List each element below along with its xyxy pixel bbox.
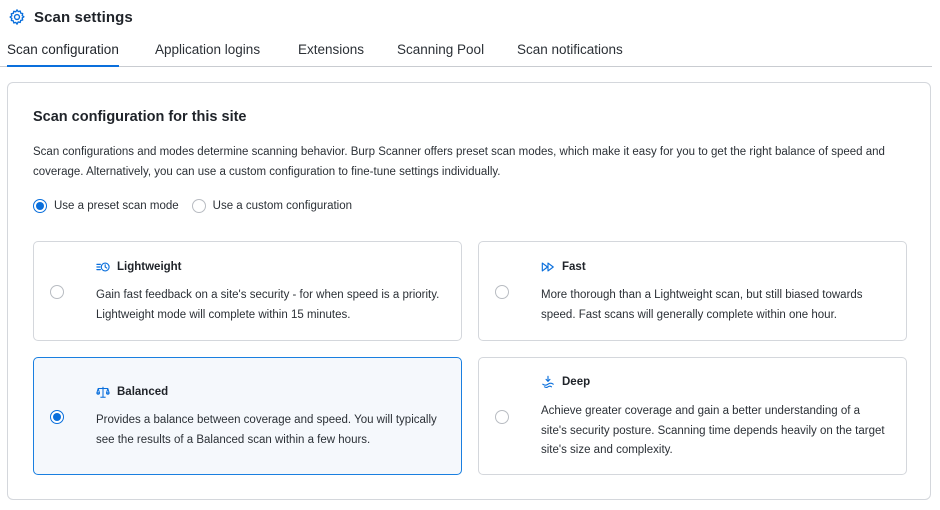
preset-card-fast[interactable]: Fast More thorough than a Lightweight sc… xyxy=(478,241,907,341)
page-title: Scan settings xyxy=(34,8,133,26)
tab-application-logins[interactable]: Application logins xyxy=(155,42,260,67)
tab-extensions[interactable]: Extensions xyxy=(298,42,364,67)
custom-config-radio[interactable] xyxy=(191,199,206,213)
fast-description: More thorough than a Lightweight scan, b… xyxy=(541,289,863,321)
preset-card-balanced[interactable]: Balanced Provides a balance between cove… xyxy=(33,357,462,475)
balanced-description: Provides a balance between coverage and … xyxy=(96,414,437,446)
fast-name: Fast xyxy=(562,261,586,273)
lightweight-description: Gain fast feedback on a site's security … xyxy=(96,289,440,321)
balanced-name: Balanced xyxy=(117,386,169,398)
scan-configuration-card: Scan configuration for this site Scan co… xyxy=(7,82,931,500)
custom-config-label: Use a custom configuration xyxy=(212,200,353,212)
fast-radio[interactable] xyxy=(495,285,509,299)
section-description: Scan configurations and modes determine … xyxy=(33,146,885,178)
page-header: Scan settings xyxy=(8,6,133,28)
preset-mode-radio[interactable] xyxy=(33,199,47,213)
section-title: Scan configuration for this site xyxy=(33,109,247,125)
lightweight-radio[interactable] xyxy=(50,285,64,299)
lightweight-clock-icon xyxy=(96,260,110,274)
tab-bar: Scan configuration Application logins Ex… xyxy=(0,40,932,67)
preset-card-lightweight[interactable]: Lightweight Gain fast feedback on a site… xyxy=(33,241,462,341)
custom-config-option[interactable]: Use a custom configuration xyxy=(191,199,353,213)
tab-scanning-pool[interactable]: Scanning Pool xyxy=(397,42,484,67)
deep-description: Achieve greater coverage and gain a bett… xyxy=(541,405,885,456)
preset-card-deep[interactable]: Deep Achieve greater coverage and gain a… xyxy=(478,357,907,475)
fast-forward-icon xyxy=(541,260,555,274)
tab-scan-configuration[interactable]: Scan configuration xyxy=(7,42,119,67)
gear-icon xyxy=(8,8,26,26)
tab-scan-notifications[interactable]: Scan notifications xyxy=(517,42,623,67)
lightweight-name: Lightweight xyxy=(117,261,182,273)
mode-radio-group: Use a preset scan mode Use a custom conf… xyxy=(33,199,352,213)
deep-radio[interactable] xyxy=(495,410,509,424)
preset-mode-label: Use a preset scan mode xyxy=(54,200,179,212)
preset-mode-option[interactable]: Use a preset scan mode xyxy=(33,199,179,213)
balance-scale-icon xyxy=(96,385,110,399)
deep-name: Deep xyxy=(562,376,591,388)
deep-dive-icon xyxy=(541,375,555,389)
balanced-radio[interactable] xyxy=(50,410,64,424)
